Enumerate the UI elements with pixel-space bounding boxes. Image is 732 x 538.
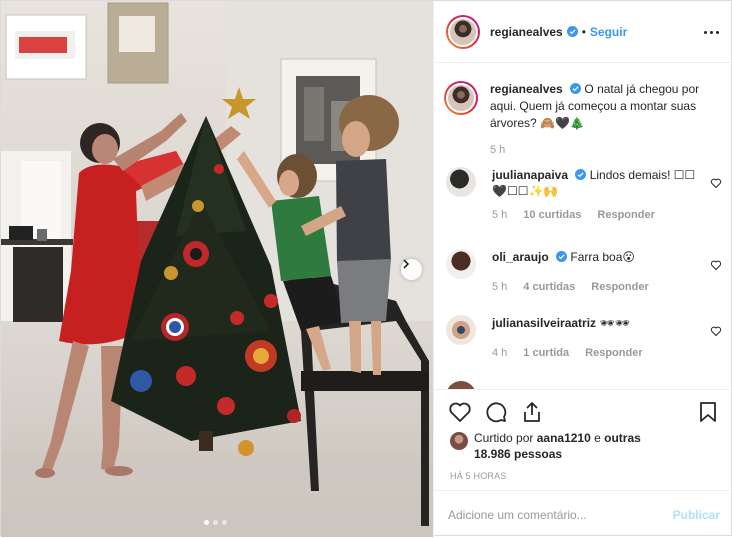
comment-username[interactable]: juulianapaiva xyxy=(492,168,568,182)
comment-likes[interactable]: 1 curtida xyxy=(523,347,569,359)
liked-by: Curtido por aana1210 e outras 18.986 pes… xyxy=(450,430,654,462)
carousel-dots xyxy=(204,520,227,525)
post-actions: Curtido por aana1210 e outras 18.986 pes… xyxy=(434,389,732,537)
follow-button[interactable]: Seguir xyxy=(590,25,627,39)
comment-item: oli_araujo Farra boa😮 5 h 4 curtidas Res… xyxy=(446,249,722,293)
header-separator: • xyxy=(581,24,586,39)
reply-button[interactable]: Responder xyxy=(585,347,642,359)
author-username[interactable]: regianealves xyxy=(490,25,563,39)
carousel-next-button[interactable] xyxy=(401,259,422,280)
liked-by-connector: e xyxy=(594,431,601,445)
comment-text: juulianapaiva Lindos demais! ☐☐🖤☐☐✨🙌 xyxy=(492,167,702,199)
comment-likes[interactable]: 4 curtidas xyxy=(523,281,575,293)
post-timestamp[interactable]: HÁ 5 HORAS xyxy=(450,471,507,481)
comment-item-partial xyxy=(446,381,722,389)
share-icon[interactable] xyxy=(520,400,544,424)
post-photo[interactable] xyxy=(1,1,433,537)
comment-body: Farra boa😮 xyxy=(570,250,635,264)
caption-avatar[interactable] xyxy=(444,81,478,115)
caption-username[interactable]: regianealves xyxy=(490,82,563,96)
comment-time: 5 h xyxy=(492,209,508,221)
comments-list[interactable]: regianealves O natal já chegou por aqui.… xyxy=(434,63,732,389)
commenter-avatar[interactable] xyxy=(446,167,476,197)
comment-like-heart-icon[interactable] xyxy=(710,259,722,271)
reply-button[interactable]: Responder xyxy=(591,281,648,293)
liked-by-avatar[interactable] xyxy=(450,432,468,450)
caption-time: 5 h xyxy=(490,144,506,156)
commenter-avatar[interactable] xyxy=(446,315,476,345)
caption-text: regianealves O natal já chegou por aqui.… xyxy=(490,81,715,132)
more-icon xyxy=(703,30,707,34)
verified-icon xyxy=(570,83,582,94)
more-options-button[interactable] xyxy=(702,23,720,41)
action-bar xyxy=(448,400,720,426)
carousel-dot xyxy=(222,520,227,525)
verified-icon xyxy=(556,251,568,262)
comment-body: 🕶🕶 xyxy=(599,316,630,330)
commenter-avatar[interactable] xyxy=(446,249,476,279)
comment-icon[interactable] xyxy=(484,400,508,424)
comment-item: juulianapaiva Lindos demais! ☐☐🖤☐☐✨🙌 5 h… xyxy=(446,167,722,221)
commenter-avatar[interactable] xyxy=(446,381,476,389)
comment-time: 4 h xyxy=(492,347,508,359)
comment-text: julianasilveiraatriz 🕶🕶 xyxy=(492,315,702,331)
comment-text: oli_araujo Farra boa😮 xyxy=(492,249,702,265)
add-comment-bar: Publicar xyxy=(434,490,732,538)
comment-username[interactable]: oli_araujo xyxy=(492,250,549,264)
liked-by-text: Curtido por aana1210 e outras 18.986 pes… xyxy=(474,430,654,462)
liked-by-user[interactable]: aana1210 xyxy=(537,431,591,445)
caption: regianealves O natal já chegou por aqui.… xyxy=(444,81,722,156)
comment-username[interactable]: julianasilveiraatriz xyxy=(492,316,596,330)
comment-like-heart-icon[interactable] xyxy=(710,177,722,189)
carousel-dot-active xyxy=(204,520,209,525)
instagram-post: regianealves • Seguir regianealves O nat… xyxy=(0,0,732,537)
comment-like-heart-icon[interactable] xyxy=(710,325,722,337)
publish-button[interactable]: Publicar xyxy=(673,508,720,522)
comment-time: 5 h xyxy=(492,281,508,293)
carousel-dot xyxy=(213,520,218,525)
comment-input[interactable] xyxy=(448,507,673,522)
post-header: regianealves • Seguir xyxy=(434,1,732,63)
verified-icon xyxy=(575,169,587,180)
comment-likes[interactable]: 10 curtidas xyxy=(523,209,581,221)
bookmark-icon[interactable] xyxy=(696,400,720,424)
post-sidebar: regianealves • Seguir regianealves O nat… xyxy=(433,1,732,537)
photo-illustration xyxy=(1,1,433,537)
comment-item: julianasilveiraatriz 🕶🕶 4 h 1 curtida Re… xyxy=(446,315,722,359)
chevron-right-icon xyxy=(403,259,410,269)
liked-by-prefix: Curtido por xyxy=(474,431,534,445)
verified-icon xyxy=(566,26,578,37)
author-avatar[interactable] xyxy=(446,14,480,49)
heart-icon[interactable] xyxy=(448,400,472,424)
reply-button[interactable]: Responder xyxy=(597,209,654,221)
